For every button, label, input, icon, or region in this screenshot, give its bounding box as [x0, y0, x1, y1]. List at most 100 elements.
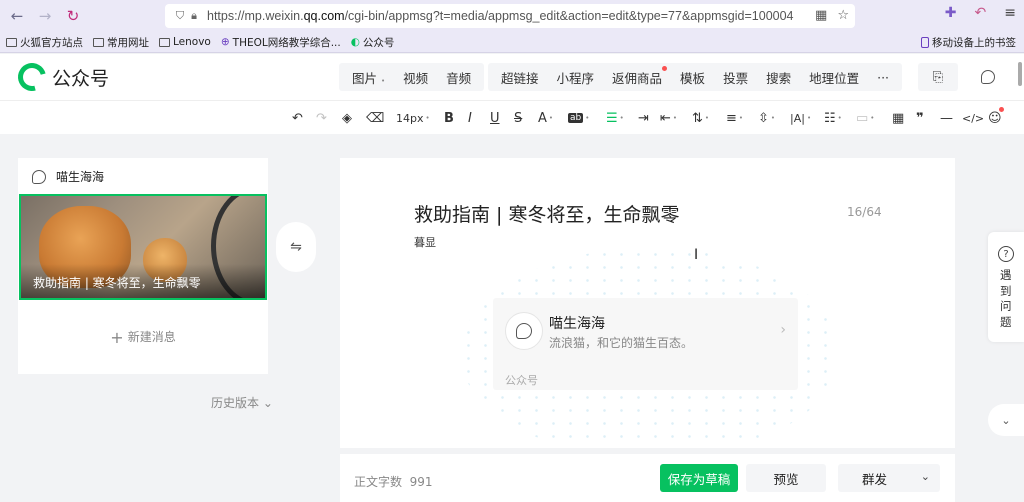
publish-button[interactable]: 群发 ⌄ — [838, 464, 940, 492]
format-painter-icon[interactable]: ◈ — [342, 108, 352, 128]
swap-arrows-icon: ⇋ — [290, 239, 302, 255]
bookmark-gongzhonghao[interactable]: ◐ 公众号 — [351, 35, 395, 50]
insert-more[interactable]: ··· — [868, 70, 898, 85]
account-avatar[interactable] — [968, 63, 1008, 91]
title-char-count: 16/64 — [847, 205, 882, 219]
reload-icon[interactable]: ↻ — [62, 5, 84, 27]
wechat-mp-logo-icon — [12, 57, 52, 97]
quote-icon[interactable]: ❞ — [916, 108, 924, 128]
line-height-icon[interactable]: ≡ • — [726, 108, 743, 128]
spacing-after-icon[interactable]: ⇳ • — [758, 108, 775, 128]
redo-icon[interactable]: ↷ — [316, 108, 327, 128]
browser-toolbar: ← → ↻ ⛉ 🔒︎ https://mp.weixin.qq.com/cgi-… — [0, 0, 1024, 32]
list-icon[interactable]: ☷ • — [824, 108, 842, 128]
account-row: 喵生海海 — [32, 168, 104, 185]
insert-search[interactable]: 搜索 — [757, 68, 800, 87]
cat-avatar-icon — [981, 70, 995, 84]
bookmark-mobile[interactable]: 移动设备上的书签 — [921, 35, 1016, 50]
bookmark-theol[interactable]: ⊕ THEOL网络教学综合... — [221, 35, 341, 50]
wechat-logo-icon: ◐ — [350, 36, 360, 48]
insert-location[interactable]: 地理位置 — [800, 68, 868, 87]
cat-avatar-icon — [32, 169, 46, 184]
bookmarks-bar: 火狐官方站点 常用网址 Lenovo ⊕ THEOL网络教学综合... ◐ 公众号 … — [0, 32, 1024, 53]
page-scrollbar[interactable] — [1018, 62, 1022, 86]
new-message-button[interactable]: + 新建消息 — [18, 328, 268, 347]
folder-icon — [6, 37, 17, 47]
chevron-down-icon[interactable]: ⌄ — [921, 470, 930, 483]
menu-icon[interactable]: ≡ — [1004, 5, 1016, 21]
font-color-icon[interactable]: A • — [538, 108, 553, 128]
cover-caption: 救助指南 | 寒冬将至，生命飘零 — [21, 264, 265, 298]
text-cursor-icon: I — [694, 247, 699, 263]
emoji-icon[interactable]: ☺ — [988, 107, 1004, 128]
insert-template[interactable]: 模板 — [671, 68, 714, 87]
cat-avatar-icon — [516, 323, 532, 339]
url-text: https://mp.weixin.qq.com/cgi-bin/appmsg?… — [207, 9, 794, 23]
italic-icon[interactable]: I — [468, 108, 472, 128]
toggle-panel-button[interactable]: ⇋ — [276, 222, 316, 272]
preview-button[interactable]: 预览 — [746, 464, 826, 492]
shield-icon: ⛉ — [175, 9, 185, 22]
help-label: 遇到问题 — [1000, 268, 1012, 329]
underline-icon[interactable]: U — [490, 108, 500, 128]
bookmark-firefox[interactable]: 火狐官方站点 — [6, 35, 83, 50]
bookmark-lenovo[interactable]: Lenovo — [159, 36, 211, 48]
strikethrough-icon[interactable]: S — [514, 108, 522, 128]
insert-commission-product[interactable]: 返佣商品 — [603, 65, 671, 87]
lock-icon: 🔒︎ — [191, 9, 197, 22]
border-icon[interactable]: ▭ • — [856, 108, 874, 128]
align-icon[interactable]: ☰ • — [606, 108, 624, 128]
back-icon[interactable]: ← — [6, 5, 28, 27]
import-doc-button[interactable]: ⎘ — [918, 63, 958, 91]
save-draft-button[interactable]: 保存为草稿 — [660, 464, 738, 492]
account-card-embed[interactable]: 喵生海海 流浪猫，和它的猫生百态。 › 公众号 — [493, 298, 798, 390]
help-widget[interactable]: ? 遇到问题 — [988, 232, 1024, 342]
chevron-down-icon: ⌄ — [262, 396, 273, 410]
forward-icon[interactable]: → — [34, 5, 56, 27]
card-account-desc: 流浪猫，和它的猫生百态。 — [549, 336, 694, 350]
indent-icon[interactable]: ⇥ — [638, 108, 649, 128]
table-icon[interactable]: ▦ — [892, 108, 904, 128]
undo-icon[interactable]: ↶ — [975, 5, 987, 21]
insert-link[interactable]: 超链接 — [492, 68, 548, 87]
spacing-before-icon[interactable]: ⇅ • — [692, 108, 709, 128]
address-bar[interactable]: ⛉ 🔒︎ https://mp.weixin.qq.com/cgi-bin/ap… — [165, 4, 855, 28]
app-logo[interactable]: 公众号 — [12, 57, 109, 97]
app-header: 公众号 图片 • 视频 音频 超链接 小程序 返佣商品 模板 投票 搜索 地理位… — [0, 54, 1024, 100]
plus-icon: + — [110, 328, 124, 347]
qr-code-icon[interactable]: ▦ — [815, 8, 827, 23]
article-cover-card[interactable]: 救助指南 | 寒冬将至，生命飘零 — [19, 194, 267, 300]
font-size-select[interactable]: 14px • — [396, 108, 430, 128]
question-icon: ? — [998, 246, 1014, 262]
bold-icon[interactable]: B — [444, 108, 454, 128]
code-icon[interactable]: </> — [962, 108, 984, 128]
bookmark-common[interactable]: 常用网址 — [93, 35, 149, 50]
insert-video[interactable]: 视频 — [394, 68, 437, 87]
mobile-device-icon — [921, 37, 929, 48]
insert-miniprogram[interactable]: 小程序 — [548, 68, 604, 87]
collapse-button[interactable]: ⌄ — [988, 404, 1024, 436]
globe-icon: ⊕ — [220, 36, 230, 48]
folder-icon — [159, 37, 170, 47]
undo-icon[interactable]: ↶ — [292, 108, 303, 128]
history-version-link[interactable]: 历史版本 ⌄ — [211, 394, 273, 411]
star-icon[interactable]: ☆ — [837, 8, 849, 23]
outdent-icon[interactable]: ⇤ • — [660, 108, 677, 128]
author-input[interactable]: 暮显 — [414, 234, 436, 250]
background-color-icon[interactable]: ab • — [568, 108, 589, 128]
bottom-action-bar: 正文字数 991 保存为草稿 预览 群发 ⌄ — [340, 454, 955, 502]
format-toolbar: ↶ ↷ ◈ ⌫ 14px • B I U S A • ab • ☰ • ⇥ ⇤ • ⇅ • … — [0, 100, 1024, 134]
document-import-icon: ⎘ — [932, 69, 944, 85]
card-footer-label: 公众号 — [505, 374, 538, 387]
divider-icon[interactable]: — — [940, 108, 953, 128]
extension-icon[interactable]: ✚ — [945, 5, 957, 21]
new-badge — [998, 107, 1004, 112]
insert-vote[interactable]: 投票 — [714, 68, 757, 87]
new-badge — [662, 65, 668, 71]
article-title-input[interactable]: 救助指南 | 寒冬将至，生命飘零 — [414, 200, 679, 227]
card-account-name: 喵生海海 — [549, 316, 605, 332]
clear-format-icon[interactable]: ⌫ — [366, 108, 384, 128]
letter-spacing-icon[interactable]: |A| • — [790, 108, 811, 128]
insert-audio[interactable]: 音频 — [437, 68, 480, 87]
insert-image[interactable]: 图片 • — [343, 68, 394, 87]
